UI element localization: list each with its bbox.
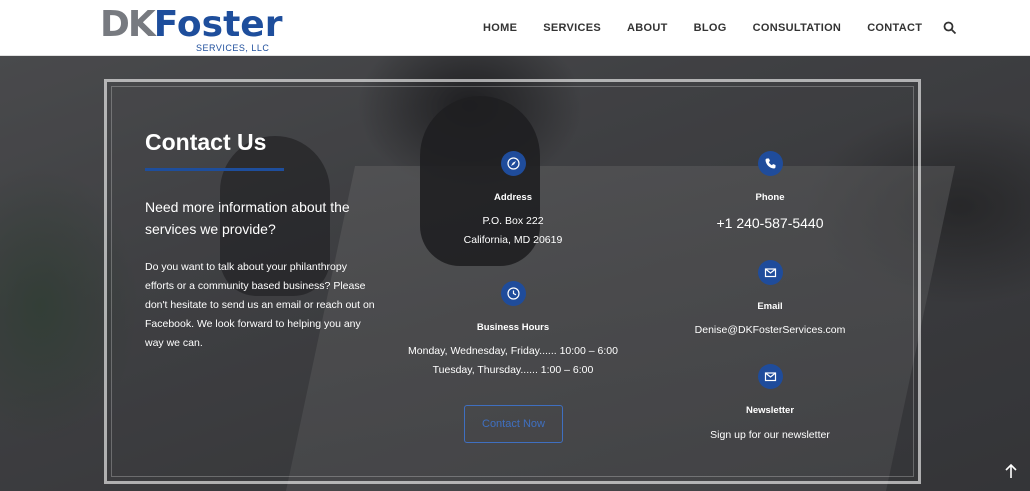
main-nav: HOME SERVICES ABOUT BLOG CONSULTATION CO…	[470, 0, 957, 56]
site-logo[interactable]: DKFoster SERVICES, LLC	[100, 5, 282, 54]
hours-label: Business Hours	[476, 322, 550, 333]
search-icon[interactable]	[943, 21, 957, 35]
logo-subtitle: SERVICES, LLC	[196, 43, 270, 53]
hours-line-1: Monday, Wednesday, Friday...... 10:00 – …	[408, 345, 618, 357]
address-label: Address	[493, 192, 532, 203]
newsletter-signup-link[interactable]: Sign up for our newsletter	[680, 426, 860, 445]
phone-label: Phone	[755, 192, 785, 203]
email-address[interactable]: Denise@DKFosterServices.com	[680, 321, 860, 340]
site-header: DKFoster SERVICES, LLC HOME SERVICES ABO…	[0, 0, 1030, 56]
nav-home[interactable]: HOME	[483, 22, 517, 34]
page-title: Contact Us	[145, 129, 267, 155]
mail-icon	[758, 260, 783, 285]
contact-description: Do you want to talk about your philanthr…	[145, 261, 375, 349]
nav-about[interactable]: ABOUT	[627, 22, 668, 34]
newsletter-label: Newsletter	[745, 405, 795, 416]
phone-number[interactable]: +1 240-587-5440	[690, 214, 850, 233]
nav-blog[interactable]: BLOG	[694, 22, 727, 34]
mail-icon	[758, 364, 783, 389]
title-underline	[145, 168, 284, 171]
nav-contact[interactable]: CONTACT	[867, 22, 922, 34]
address-line-1: P.O. Box 222	[482, 215, 544, 227]
email-label: Email	[757, 301, 783, 312]
contact-now-button[interactable]: Contact Now	[464, 405, 563, 443]
logo-mark: DKFoster	[100, 4, 283, 45]
address-line-2: California, MD 20619	[463, 234, 563, 246]
compass-icon	[501, 151, 526, 176]
clock-icon	[501, 281, 526, 306]
nav-consultation[interactable]: CONSULTATION	[753, 22, 842, 34]
phone-icon	[758, 151, 783, 176]
contact-subheading: Need more information about the services…	[145, 199, 350, 237]
hours-line-2: Tuesday, Thursday...... 1:00 – 6:00	[432, 364, 594, 376]
back-to-top-button[interactable]	[1000, 460, 1022, 482]
nav-services[interactable]: SERVICES	[543, 22, 601, 34]
arrow-up-icon	[1005, 463, 1017, 478]
